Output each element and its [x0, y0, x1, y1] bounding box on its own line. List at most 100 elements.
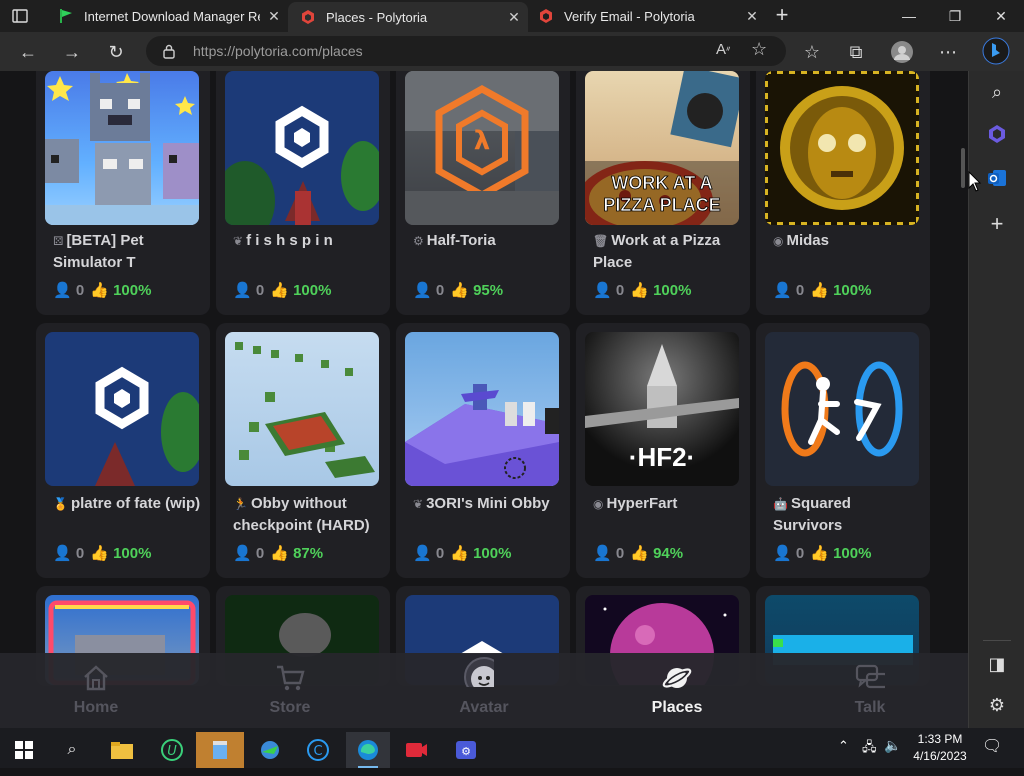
nav-places[interactable]: Places — [617, 653, 737, 728]
search-icon[interactable]: ⌕ — [52, 732, 92, 768]
refresh-icon[interactable]: ↻ — [102, 38, 130, 66]
place-thumbnail[interactable] — [45, 71, 199, 225]
place-name[interactable]: 🤖 Squared Survivors — [773, 493, 923, 537]
file-explorer-icon[interactable] — [102, 732, 142, 768]
place-name[interactable]: 🏅 platre of fate (wip) — [53, 493, 203, 515]
place-card[interactable]: ❦ 3ORI's Mini Obby 👤 0 👍 100% — [396, 323, 570, 578]
place-thumbnail[interactable] — [225, 71, 379, 225]
more-menu-icon[interactable]: ⋯ — [934, 38, 962, 66]
mouse-cursor-icon — [968, 170, 982, 198]
app-cup-icon[interactable] — [196, 732, 244, 768]
sidebar-settings-icon[interactable]: ⚙ — [983, 691, 1011, 719]
place-card[interactable]: 🤖 Squared Survivors 👤 0 👍 100% — [756, 323, 930, 578]
thumbs-up-icon: 👍 — [90, 282, 109, 299]
place-name[interactable]: ⚙ Half-Toria — [413, 230, 563, 252]
tab-verify-email[interactable]: Verify Email - Polytoria ✕ — [526, 0, 766, 32]
svg-text:U: U — [167, 744, 177, 759]
place-thumbnail[interactable]: λ — [405, 71, 559, 225]
volume-icon[interactable]: 🔈 — [884, 737, 901, 754]
add-sidebar-app-icon[interactable]: + — [983, 210, 1011, 238]
nav-label: Home — [73, 699, 119, 716]
thumbs-up-icon: 👍 — [90, 545, 109, 562]
thumbs-up-icon: 👍 — [810, 545, 829, 562]
close-tab-icon[interactable]: ✕ — [738, 8, 766, 25]
place-card[interactable]: ◉ Midas 👤 0 👍 100% — [756, 71, 930, 315]
place-card[interactable]: λ ⚙ Half-Toria 👤 0 👍 95% — [396, 71, 570, 315]
place-thumbnail[interactable] — [45, 332, 199, 486]
add-favorite-icon[interactable]: ☆ — [751, 39, 767, 60]
search-icon[interactable]: ⌕ — [983, 78, 1011, 106]
chat-icon — [855, 664, 885, 689]
place-name[interactable]: ⚄ [BETA] Pet Simulator T — [53, 230, 203, 274]
place-card[interactable]: 🏃 Obby without checkpoint (HARD) 👤 0 👍 87% — [216, 323, 390, 578]
place-card[interactable]: WORK AT A PIZZA PLACE 🗑 Work at a Pizza P… — [576, 71, 750, 315]
tab-title: Verify Email - Polytoria — [564, 8, 695, 24]
nav-label: Talk — [854, 699, 886, 716]
nav-avatar[interactable]: Avatar — [424, 653, 544, 728]
address-bar[interactable]: https://polytoria.com/places Aᐥ ☆ — [146, 36, 786, 66]
tab-idm[interactable]: Internet Download Manager Reg ✕ — [46, 0, 288, 32]
place-name[interactable]: 🗑 Work at a Pizza Place — [593, 230, 743, 274]
green-flag-icon — [58, 8, 74, 24]
app-c-icon[interactable]: C — [298, 732, 338, 768]
home-icon — [84, 665, 108, 691]
tab-places-polytoria[interactable]: Places - Polytoria ✕ — [288, 2, 528, 32]
minimize-icon[interactable]: — — [886, 0, 932, 32]
windows-start-icon[interactable] — [4, 732, 44, 768]
avatar-icon — [464, 657, 494, 687]
place-thumbnail[interactable] — [765, 71, 919, 225]
thumbs-up-icon: 👍 — [270, 545, 289, 562]
polytoria-icon — [300, 9, 316, 25]
place-thumbnail[interactable]: WORK AT A PIZZA PLACE — [585, 71, 739, 225]
restore-icon[interactable]: ❐ — [932, 0, 978, 32]
place-name[interactable]: ❦ f i s h s p i n — [233, 230, 383, 252]
screen-recorder-icon[interactable] — [396, 732, 436, 768]
url-text: https://polytoria.com/places — [193, 43, 363, 59]
app-tools-icon[interactable]: ⚙ — [446, 732, 486, 768]
forward-icon[interactable]: → — [58, 38, 86, 66]
place-card[interactable]: ⚄ [BETA] Pet Simulator T 👤 0 👍 100% — [36, 71, 210, 315]
place-name[interactable]: ◉ HyperFart — [593, 493, 743, 515]
outlook-icon[interactable] — [983, 164, 1011, 192]
bing-copilot-icon[interactable] — [982, 36, 1010, 66]
nav-home[interactable]: Home — [36, 653, 156, 728]
place-card[interactable]: ·HF2· ◉ HyperFart 👤 0 👍 94% — [576, 323, 750, 578]
nav-talk[interactable]: Talk — [810, 653, 930, 728]
favorites-icon[interactable]: ☆ — [798, 38, 826, 66]
tab-actions-icon[interactable] — [10, 6, 30, 26]
place-name[interactable]: ◉ Midas — [773, 230, 923, 252]
hide-sidebar-icon[interactable]: ◨ — [983, 650, 1011, 678]
lock-icon[interactable] — [162, 43, 176, 59]
profile-avatar-icon[interactable] — [888, 38, 916, 66]
clock-time: 1:33 PM — [917, 732, 963, 746]
idm-icon[interactable] — [250, 732, 290, 768]
close-tab-icon[interactable]: ✕ — [260, 8, 288, 25]
windows-taskbar: ⌕ U C ⚙ ⌃ 🖧 🔈 1:33 PM 4/16/2023 🗨 — [0, 728, 1024, 768]
place-card[interactable]: 🏅 platre of fate (wip) 👤 0 👍 100% — [36, 323, 210, 578]
nav-label: Avatar — [459, 699, 509, 716]
page-scrollbar[interactable] — [961, 148, 965, 188]
place-thumbnail[interactable] — [765, 332, 919, 486]
place-thumbnail[interactable] — [405, 332, 559, 486]
player-icon: 👤 — [773, 282, 792, 299]
show-hidden-icons[interactable]: ⌃ — [838, 738, 849, 754]
app-u-icon[interactable]: U — [152, 732, 192, 768]
clock[interactable]: 1:33 PM 4/16/2023 — [906, 731, 974, 765]
place-name[interactable]: 🏃 Obby without checkpoint (HARD) — [233, 493, 383, 537]
network-icon[interactable]: 🖧 — [862, 738, 877, 760]
notifications-icon[interactable]: 🗨 — [982, 736, 1002, 756]
place-stats: 👤 0 👍 94% — [593, 545, 684, 562]
place-thumbnail[interactable] — [225, 332, 379, 486]
place-card[interactable]: ❦ f i s h s p i n 👤 0 👍 100% — [216, 71, 390, 315]
shopping-icon[interactable] — [983, 120, 1011, 148]
collections-icon[interactable]: ⧉ — [842, 38, 870, 66]
edge-browser-icon[interactable] — [346, 732, 390, 768]
new-tab-icon[interactable]: + — [770, 4, 794, 28]
read-aloud-icon[interactable]: Aᐥ — [716, 41, 731, 58]
back-icon[interactable]: ← — [14, 38, 42, 66]
place-name[interactable]: ❦ 3ORI's Mini Obby — [413, 493, 563, 515]
nav-store[interactable]: Store — [230, 653, 350, 728]
place-thumbnail[interactable]: ·HF2· — [585, 332, 739, 486]
close-window-icon[interactable]: ✕ — [978, 0, 1024, 32]
close-tab-icon[interactable]: ✕ — [500, 9, 528, 26]
